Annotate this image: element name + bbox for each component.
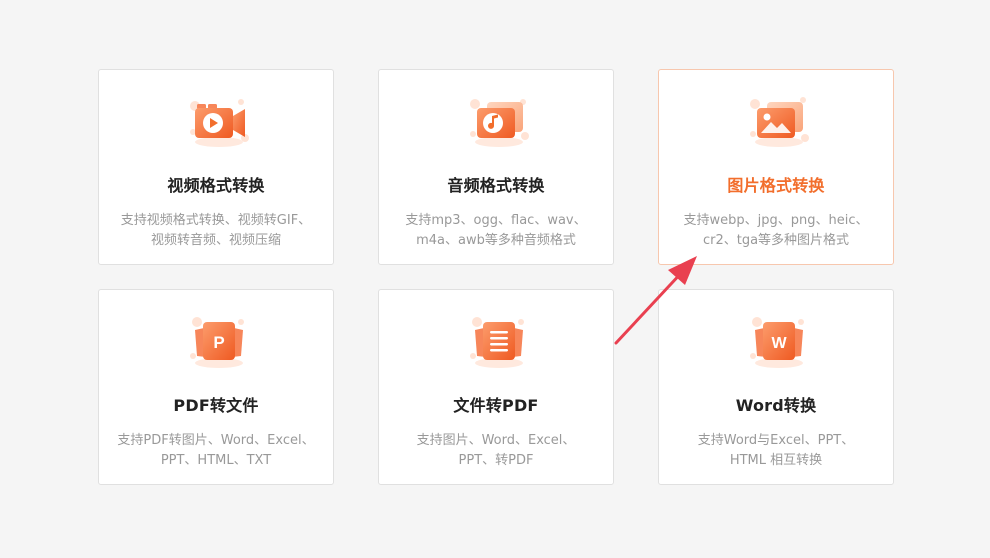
- card-image-convert[interactable]: 图片格式转换 支持webp、jpg、png、heic、 cr2、tga等多种图片…: [658, 69, 894, 265]
- card-description: 支持PDF转图片、Word、Excel、 PPT、HTML、TXT: [117, 433, 315, 468]
- word-file-icon: W: [747, 312, 811, 372]
- svg-text:P: P: [213, 333, 224, 352]
- card-audio-convert[interactable]: 音频格式转换 支持mp3、ogg、flac、wav、 m4a、awb等多种音频格…: [378, 69, 614, 265]
- card-word-convert[interactable]: W Word转换 支持Word与Excel、PPT、 HTML 相互转换: [658, 289, 894, 485]
- card-description: 支持Word与Excel、PPT、 HTML 相互转换: [697, 433, 855, 468]
- card-title: 音频格式转换: [447, 176, 545, 195]
- card-video-convert[interactable]: 视频格式转换 支持视频格式转换、视频转GIF、 视频转音频、视频压缩: [98, 69, 334, 265]
- image-icon: [747, 92, 811, 152]
- card-title: PDF转文件: [173, 396, 259, 415]
- card-description: 支持视频格式转换、视频转GIF、 视频转音频、视频压缩: [120, 213, 312, 248]
- svg-text:W: W: [771, 335, 787, 352]
- card-description: 支持mp3、ogg、flac、wav、 m4a、awb等多种音频格式: [405, 213, 587, 248]
- document-lines-icon: [467, 312, 531, 372]
- card-title: 图片格式转换: [727, 176, 825, 195]
- ppt-file-icon: P: [187, 312, 251, 372]
- card-title: 视频格式转换: [167, 176, 265, 195]
- card-title: Word转换: [735, 396, 817, 415]
- card-file-to-pdf[interactable]: 文件转PDF 支持图片、Word、Excel、 PPT、转PDF: [378, 289, 614, 485]
- music-note-icon: [467, 92, 531, 152]
- card-pdf-to-file[interactable]: P PDF转文件 支持PDF转图片、Word、Excel、 PPT、HTML、T…: [98, 289, 334, 485]
- card-description: 支持图片、Word、Excel、 PPT、转PDF: [416, 433, 576, 468]
- card-description: 支持webp、jpg、png、heic、 cr2、tga等多种图片格式: [683, 213, 869, 248]
- video-play-icon: [187, 92, 251, 152]
- card-title: 文件转PDF: [453, 396, 539, 415]
